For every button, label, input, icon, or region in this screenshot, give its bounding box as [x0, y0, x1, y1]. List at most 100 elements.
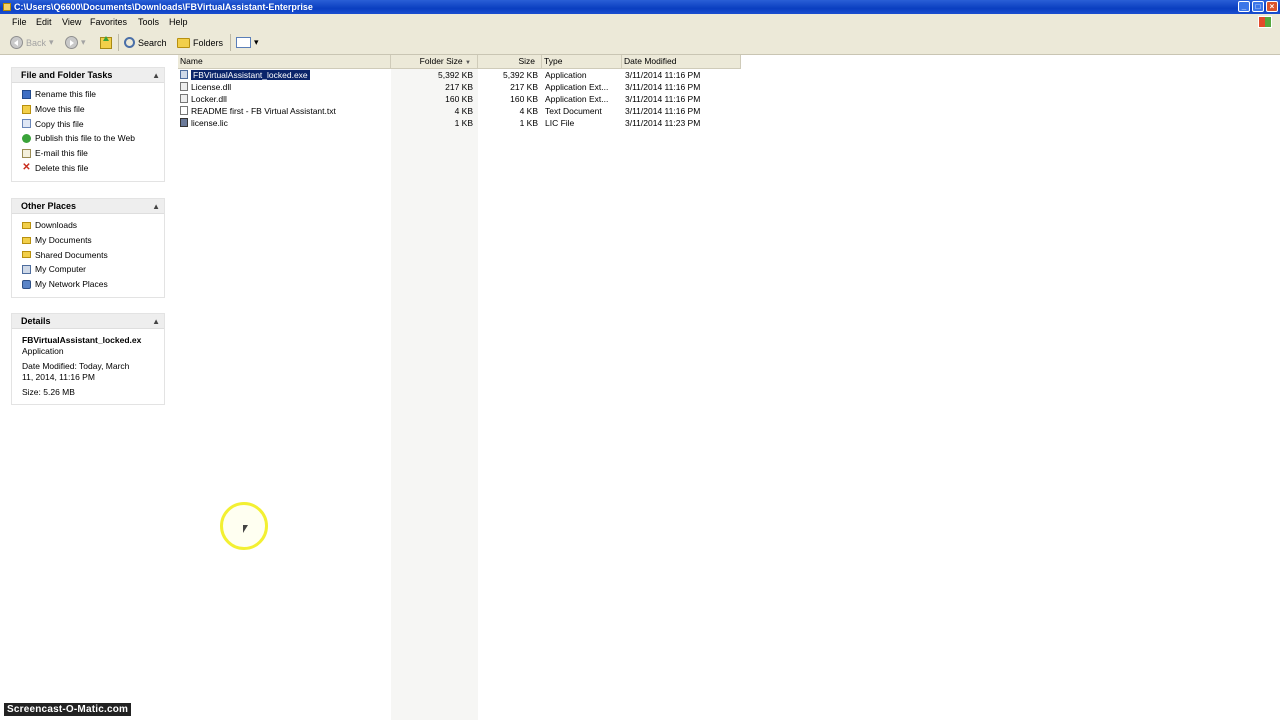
forward-arrow-icon — [65, 36, 78, 49]
column-header-label: Date Modified — [624, 56, 677, 66]
file-name: License.dll — [191, 82, 232, 92]
folder-up-icon — [100, 35, 112, 49]
forward-button[interactable]: ▾ — [65, 35, 86, 50]
task-pane: File and Folder Tasks ▲ Rename this file… — [0, 55, 178, 720]
network-icon — [22, 279, 31, 289]
task-label: Copy this file — [35, 118, 84, 129]
close-button[interactable]: × — [1266, 1, 1278, 12]
menu-help[interactable]: Help — [169, 17, 188, 27]
type-cell: Application Ext... — [545, 94, 609, 104]
task-label: Delete this file — [35, 162, 89, 173]
place-label: Downloads — [35, 220, 78, 231]
place-my-computer[interactable]: My Computer — [22, 262, 164, 277]
column-header-type[interactable]: Type — [542, 55, 622, 68]
size-cell: 1 KB — [519, 118, 538, 128]
exe-icon — [180, 70, 188, 79]
window-title: C:\Users\Q6600\Documents\Downloads\FBVir… — [14, 2, 313, 12]
minimize-button[interactable]: _ — [1238, 1, 1250, 12]
task-delete[interactable]: ✕ Delete this file — [22, 160, 164, 175]
details-panel: Details ▲ FBVirtualAssistant_locked.ex A… — [11, 313, 165, 405]
dll-icon — [180, 94, 188, 103]
column-header-folder-size[interactable]: Folder Size ▼ — [391, 55, 478, 68]
date-cell: 3/11/2014 11:16 PM — [625, 82, 701, 92]
place-my-documents[interactable]: My Documents — [22, 233, 164, 248]
task-publish[interactable]: Publish this file to the Web — [22, 131, 164, 146]
column-header-size[interactable]: Size — [478, 55, 542, 68]
panel-title: File and Folder Tasks — [21, 70, 113, 80]
place-label: My Computer — [35, 264, 87, 275]
column-header-label: Folder Size — [419, 56, 463, 66]
place-downloads[interactable]: Downloads — [22, 218, 164, 233]
other-places-header[interactable]: Other Places ▲ — [12, 199, 164, 214]
menu-view[interactable]: View — [62, 17, 81, 27]
place-shared-documents[interactable]: Shared Documents — [22, 247, 164, 262]
file-row[interactable]: README first - FB Virtual Assistant.txt … — [178, 105, 741, 117]
file-name: license.lic — [191, 118, 228, 128]
menu-favorites[interactable]: Favorites — [90, 17, 127, 27]
menu-file[interactable]: File — [12, 17, 27, 27]
file-name: FBVirtualAssistant_locked.exe — [191, 70, 310, 80]
file-row[interactable]: FBVirtualAssistant_locked.exe 5,392 KB 5… — [178, 69, 741, 81]
dll-icon — [180, 82, 188, 91]
back-label: Back — [26, 37, 47, 48]
panel-title: Details — [21, 316, 51, 326]
details-header[interactable]: Details ▲ — [12, 314, 164, 329]
email-icon — [22, 148, 31, 158]
detail-file-type: Application — [22, 346, 64, 356]
task-label: Publish this file to the Web — [35, 133, 136, 144]
detail-file-name: FBVirtualAssistant_locked.ex — [22, 335, 142, 345]
back-button[interactable]: Back ▾ — [10, 35, 54, 50]
lic-icon — [180, 118, 188, 127]
up-folder-button[interactable] — [100, 35, 112, 50]
computer-icon — [22, 264, 31, 274]
toolbar: Back ▾ ▾ Search Folders ▾ — [0, 31, 1280, 55]
date-cell: 3/11/2014 11:23 PM — [625, 118, 701, 128]
task-email[interactable]: E-mail this file — [22, 146, 164, 161]
dropdown-arrow-icon: ▾ — [254, 37, 259, 47]
collapse-icon[interactable]: ▲ — [152, 200, 160, 214]
date-cell: 3/11/2014 11:16 PM — [625, 106, 701, 116]
folder-size-cell: 1 KB — [454, 118, 473, 128]
file-folder-tasks-header[interactable]: File and Folder Tasks ▲ — [12, 68, 164, 83]
place-network[interactable]: My Network Places — [22, 277, 164, 292]
column-headers: Name Folder Size ▼ Size Type Date Modifi… — [178, 55, 741, 69]
collapse-icon[interactable]: ▲ — [152, 69, 160, 83]
back-arrow-icon — [10, 36, 23, 49]
views-button[interactable]: ▾ — [236, 35, 259, 50]
folder-size-cell: 4 KB — [454, 106, 473, 116]
menu-bar: File Edit View Favorites Tools Help — [0, 14, 1280, 32]
size-cell: 4 KB — [519, 106, 538, 116]
folders-button[interactable]: Folders — [177, 35, 223, 50]
search-label: Search — [138, 37, 167, 48]
column-header-name[interactable]: Name — [178, 55, 391, 68]
file-folder-tasks-panel: File and Folder Tasks ▲ Rename this file… — [11, 67, 165, 183]
column-header-label: Type — [544, 56, 563, 66]
toolbar-separator — [118, 34, 119, 51]
title-bar[interactable]: C:\Users\Q6600\Documents\Downloads\FBVir… — [0, 0, 1280, 14]
txt-icon — [180, 106, 188, 115]
file-row[interactable]: Locker.dll 160 KB 160 KB Application Ext… — [178, 93, 741, 105]
dropdown-arrow-icon: ▾ — [49, 37, 54, 47]
file-row[interactable]: license.lic 1 KB 1 KB LIC File 3/11/2014… — [178, 117, 741, 129]
collapse-icon[interactable]: ▲ — [152, 315, 160, 329]
sorted-column-shade — [391, 55, 478, 720]
task-move[interactable]: Move this file — [22, 102, 164, 117]
task-copy[interactable]: Copy this file — [22, 116, 164, 131]
column-header-date-modified[interactable]: Date Modified — [622, 55, 741, 68]
maximize-button[interactable]: □ — [1252, 1, 1264, 12]
file-name: Locker.dll — [191, 94, 227, 104]
place-label: My Network Places — [35, 279, 108, 290]
task-label: E-mail this file — [35, 148, 88, 159]
file-row[interactable]: License.dll 217 KB 217 KB Application Ex… — [178, 81, 741, 93]
file-list[interactable]: Name Folder Size ▼ Size Type Date Modifi… — [178, 55, 1280, 720]
type-cell: Application Ext... — [545, 82, 609, 92]
shared-documents-icon — [22, 251, 31, 259]
delete-icon: ✕ — [22, 162, 31, 174]
detail-size: Size: 5.26 MB — [22, 387, 75, 397]
menu-edit[interactable]: Edit — [36, 17, 52, 27]
task-rename[interactable]: Rename this file — [22, 87, 164, 102]
type-cell: Text Document — [545, 106, 602, 116]
place-label: My Documents — [35, 235, 92, 246]
search-button[interactable]: Search — [124, 35, 167, 50]
menu-tools[interactable]: Tools — [138, 17, 159, 27]
